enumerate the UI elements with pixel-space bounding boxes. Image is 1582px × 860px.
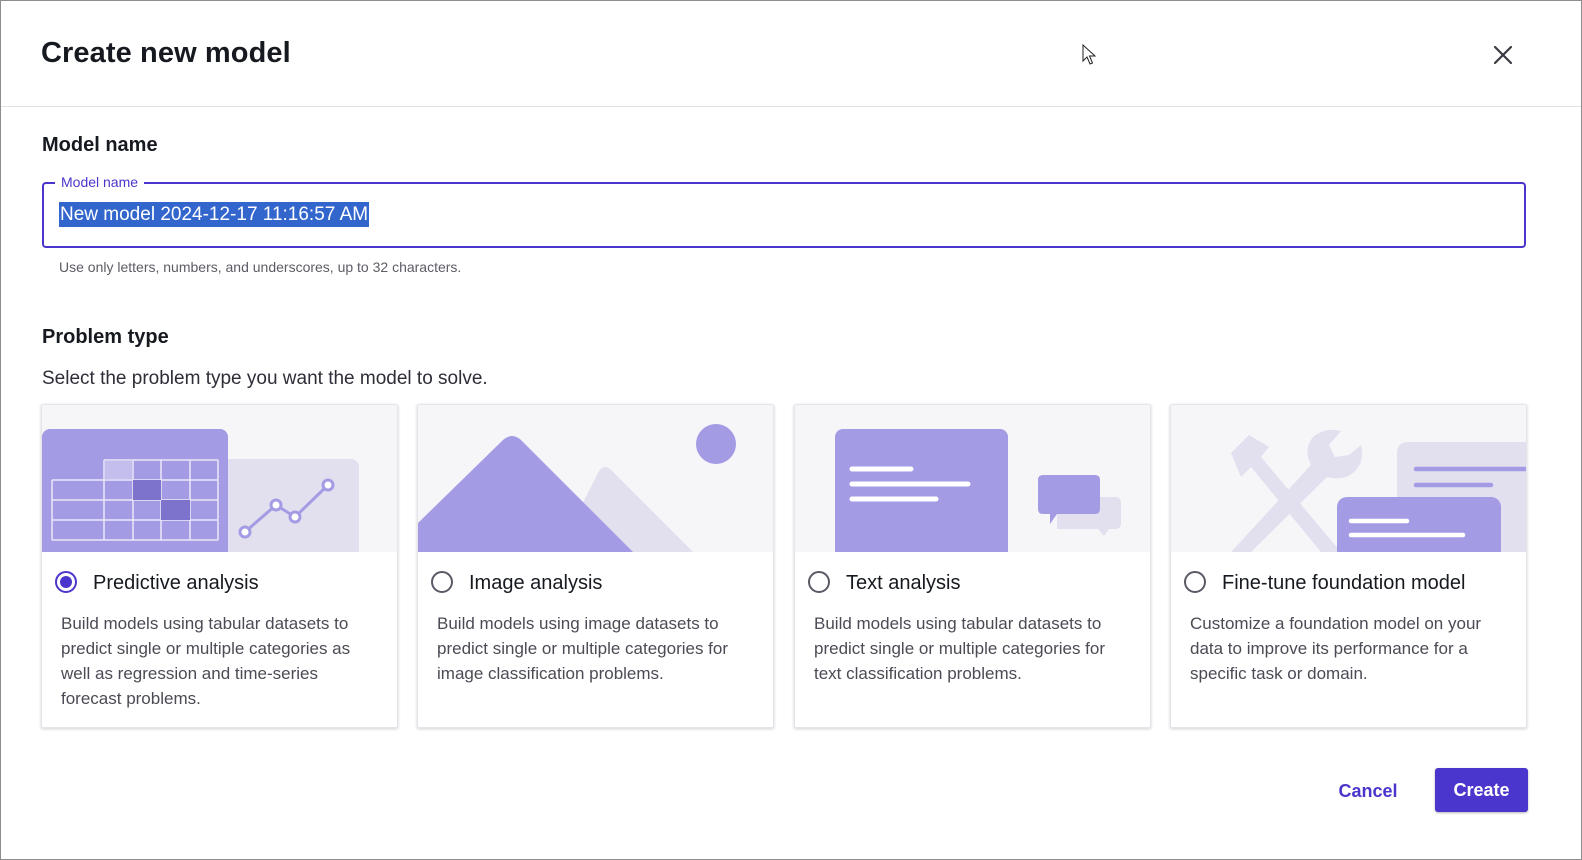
model-name-helper-text: Use only letters, numbers, and underscor… xyxy=(59,259,462,275)
dialog-title: Create new model xyxy=(41,37,291,69)
card-title: Predictive analysis xyxy=(93,572,259,594)
card-description: Build models using tabular datasets to p… xyxy=(814,614,1106,683)
card-title: Fine-tune foundation model xyxy=(1222,572,1466,594)
card-title: Text analysis xyxy=(846,572,961,594)
model-name-field[interactable]: Model name New model 2024-12-17 11:16:57… xyxy=(42,173,1526,248)
card-description: Build models using tabular datasets to p… xyxy=(61,614,351,708)
dialog-header: Create new model xyxy=(1,1,1581,107)
text-chat-illustration xyxy=(795,405,1150,552)
card-text-analysis[interactable]: Text analysis Build models using tabular… xyxy=(794,404,1151,728)
radio-fine-tune-foundation-model[interactable] xyxy=(1184,571,1206,593)
model-name-heading: Model name xyxy=(42,134,158,156)
close-icon xyxy=(1493,45,1513,65)
card-title: Image analysis xyxy=(469,572,603,594)
table-chart-illustration xyxy=(42,405,397,552)
create-button[interactable]: Create xyxy=(1435,768,1528,812)
card-description: Customize a foundation model on your dat… xyxy=(1190,614,1482,683)
radio-image-analysis[interactable] xyxy=(431,571,453,593)
radio-predictive-analysis[interactable] xyxy=(55,571,77,593)
card-description: Build models using image datasets to pre… xyxy=(437,614,729,683)
problem-type-heading: Problem type xyxy=(42,326,169,348)
problem-type-description: Select the problem type you want the mod… xyxy=(42,368,488,389)
model-name-input[interactable]: New model 2024-12-17 11:16:57 AM xyxy=(59,202,370,227)
radio-text-analysis[interactable] xyxy=(808,571,830,593)
card-predictive-analysis[interactable]: Predictive analysis Build models using t… xyxy=(41,404,398,728)
mountain-image-illustration xyxy=(418,405,773,552)
tools-illustration xyxy=(1171,405,1526,552)
model-name-field-label: Model name xyxy=(55,173,145,191)
card-fine-tune-foundation-model[interactable]: Fine-tune foundation model Customize a f… xyxy=(1170,404,1527,728)
mouse-cursor-icon xyxy=(1082,44,1097,65)
create-model-dialog: Create new model Model name Model name N… xyxy=(0,0,1582,860)
card-image-analysis[interactable]: Image analysis Build models using image … xyxy=(417,404,774,728)
close-button[interactable] xyxy=(1487,39,1519,71)
cancel-button[interactable]: Cancel xyxy=(1331,769,1405,813)
